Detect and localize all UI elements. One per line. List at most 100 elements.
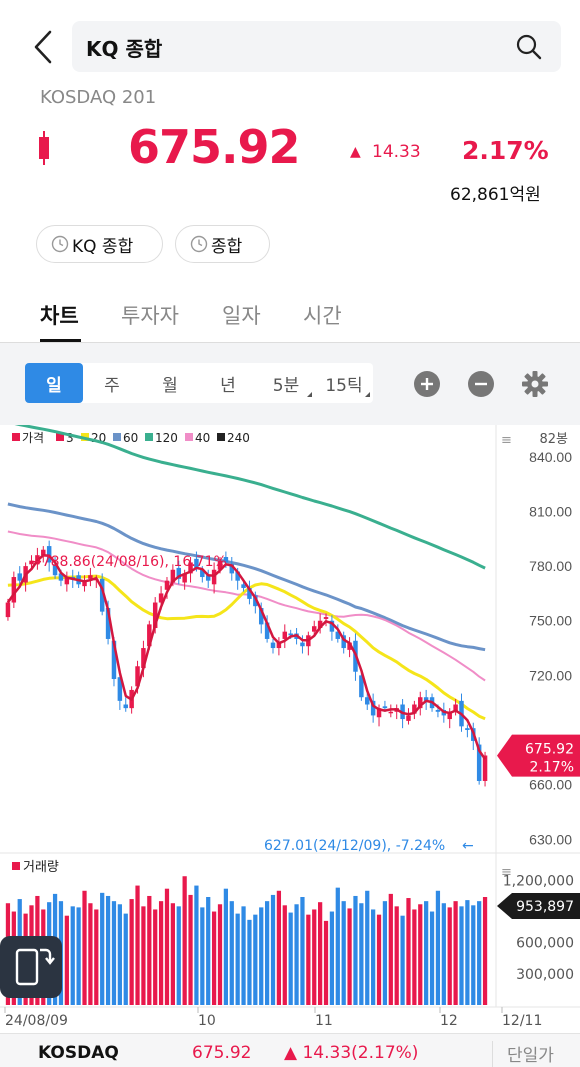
price-change: 14.33 [372, 142, 421, 162]
volume-bar [141, 906, 146, 1005]
search-text[interactable]: KQ 종합 [86, 33, 162, 62]
trade-amount: 62,861억원 [450, 185, 541, 205]
change-percent: 2.17% [462, 136, 549, 165]
volume-bar [70, 906, 75, 1005]
volume-bar [376, 914, 382, 1005]
candle [382, 706, 388, 709]
volume-bar [365, 890, 370, 1005]
gear-icon[interactable] [521, 370, 549, 398]
volume-bar [394, 906, 399, 1005]
pill-label: KQ 종합 [72, 236, 134, 257]
volume-bar [347, 908, 352, 1005]
volume-bar [312, 909, 317, 1005]
volume-bar [471, 905, 476, 1005]
y-tick-label: 810.00 [529, 503, 572, 519]
volume-bar [123, 913, 128, 1005]
volume-bar [153, 909, 158, 1005]
candle-icon [39, 131, 49, 165]
volume-bar [270, 894, 276, 1005]
volume-bar [388, 893, 393, 1005]
volume-bar [359, 903, 364, 1005]
x-tick-label: 12/11 [502, 1013, 542, 1029]
current-price: 675.92 [128, 120, 301, 174]
volume-bar [147, 895, 152, 1005]
volume-bar [329, 911, 335, 1005]
period-5min[interactable]: 5분 [257, 363, 315, 403]
legend-label: 240 [227, 431, 250, 445]
candle [300, 642, 305, 647]
period-label: 15틱 [325, 375, 363, 396]
period-label: 5분 [272, 375, 300, 396]
clock-icon [51, 235, 69, 253]
volume-bar [371, 909, 376, 1005]
search-icon[interactable] [515, 33, 543, 61]
candle [282, 631, 288, 639]
x-tick-label: 24/08/09 [5, 1013, 68, 1029]
y-tick-label: 750.00 [529, 613, 572, 629]
zoom-out-icon[interactable] [467, 370, 495, 398]
period-month[interactable]: 월 [141, 363, 199, 403]
single-price-button[interactable]: 단일가 [492, 1041, 580, 1067]
volume-bar [64, 915, 69, 1005]
volume-bar [105, 895, 111, 1005]
candle [17, 573, 22, 581]
volume-bar [424, 901, 429, 1005]
volume-bar [276, 890, 282, 1005]
candle [270, 642, 276, 649]
candle [323, 617, 329, 619]
legend-label: 40 [195, 431, 210, 445]
volume-bar [412, 909, 417, 1005]
zoom-in-icon[interactable] [413, 370, 441, 398]
volume-bar [282, 905, 287, 1005]
volume-bar [223, 888, 229, 1005]
price-chart[interactable]: 840.00 810.00 780.00 750.00 720.00 660.00 630.… [0, 425, 580, 1033]
volume-bar [300, 897, 305, 1005]
volume-bar [341, 901, 346, 1005]
tab-investor[interactable]: 투자자 [121, 300, 179, 330]
candle [311, 626, 317, 632]
volume-bar [318, 902, 323, 1005]
period-week[interactable]: 주 [83, 363, 141, 403]
tab-time[interactable]: 시간 [303, 300, 342, 330]
volume-bar [194, 885, 199, 1005]
dropdown-corner-icon [365, 392, 370, 397]
pill-label: 종합 [211, 236, 243, 257]
legend-swatch [12, 862, 20, 870]
up-arrow-icon: ▲ [350, 144, 361, 160]
menu-icon: ≡ [501, 433, 512, 448]
pill-kq-composite[interactable]: KQ 종합 [36, 225, 163, 263]
volume-bar [264, 901, 270, 1005]
period-year[interactable]: 년 [199, 363, 257, 403]
period-15tick[interactable]: 15틱 [315, 363, 373, 403]
legend-swatch [185, 433, 193, 441]
volume-bar [117, 904, 122, 1005]
legend-swatch [12, 433, 20, 441]
legend-label: 60 [123, 431, 138, 445]
pill-composite[interactable]: 종합 [175, 225, 270, 263]
y-tick-label: 630.00 [529, 831, 572, 847]
legend-label: 120 [155, 431, 178, 445]
candle [406, 715, 411, 721]
rotate-screen-button[interactable] [0, 936, 62, 998]
volume-bar [229, 901, 234, 1005]
candle-count: 82봉 [539, 432, 568, 447]
volume-bar [441, 903, 446, 1005]
market-name: KOSDAQ 201 [40, 87, 157, 108]
volume-bar [88, 903, 93, 1005]
volume-bar [200, 907, 205, 1005]
tab-chart[interactable]: 차트 [40, 300, 79, 330]
volume-bar [235, 913, 240, 1005]
ma20-line [7, 574, 486, 721]
candle [123, 704, 128, 709]
legend-swatch [113, 433, 121, 441]
volume-bar [435, 890, 441, 1005]
tab-daily[interactable]: 일자 [222, 300, 261, 330]
volume-bar [247, 919, 252, 1005]
volume-bar [211, 911, 217, 1005]
back-icon[interactable] [30, 28, 60, 66]
x-tick-label: 11 [315, 1013, 333, 1029]
period-day[interactable]: 일 [25, 363, 83, 403]
legend-label: 가격 [22, 431, 44, 445]
ma3-line [6, 553, 487, 760]
volume-bar [306, 914, 311, 1005]
